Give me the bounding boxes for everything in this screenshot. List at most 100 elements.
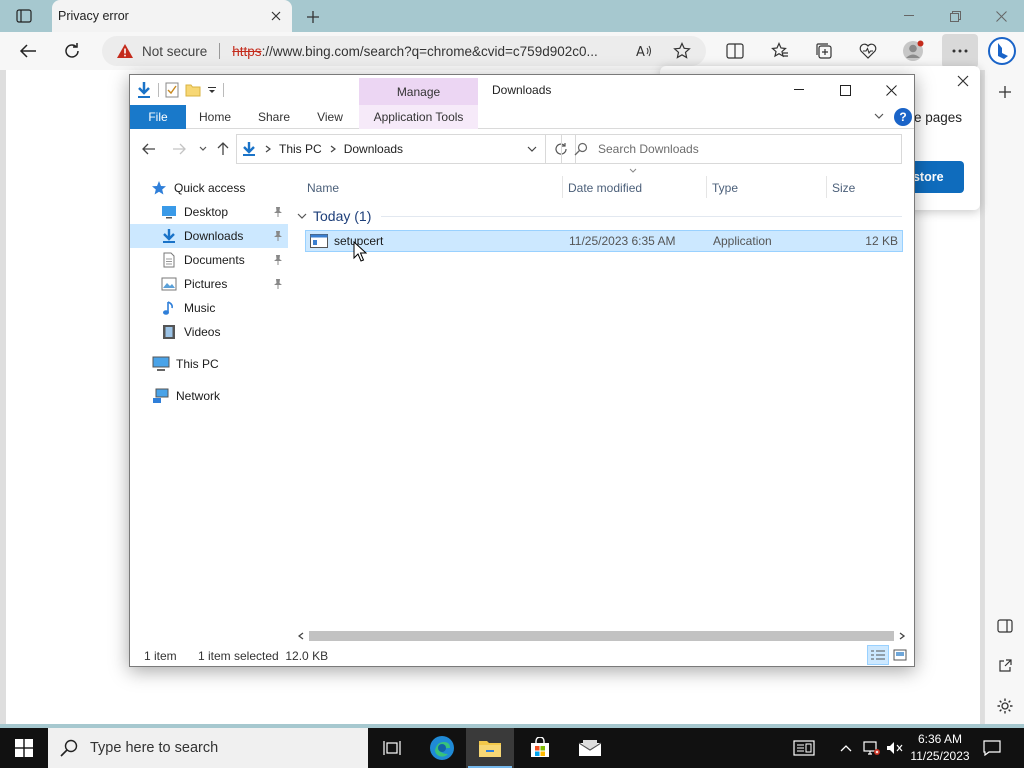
tab-close-icon[interactable] [266, 6, 286, 26]
details-view-icon[interactable] [867, 645, 889, 665]
expand-ribbon-icon[interactable] [872, 109, 886, 123]
desktop-icon [160, 203, 178, 221]
address-box[interactable]: This PC Downloads [236, 134, 546, 164]
explorer-titlebar: Manage Downloads [130, 75, 914, 106]
group-today[interactable]: Today (1) [295, 206, 914, 226]
search-input[interactable]: Search Downloads [561, 134, 902, 164]
refresh-icon[interactable] [58, 37, 86, 65]
nav-network[interactable]: Network [130, 384, 288, 408]
scroll-left-icon[interactable] [295, 630, 307, 642]
help-icon[interactable]: ? [894, 108, 912, 126]
not-secure-label[interactable]: Not secure [142, 44, 207, 59]
address-dropdown-icon[interactable] [519, 135, 545, 163]
close-icon[interactable] [868, 75, 914, 105]
nav-videos[interactable]: Videos [130, 320, 288, 344]
sidebar-panel-icon[interactable] [993, 614, 1017, 638]
tab-file[interactable]: File [130, 105, 186, 129]
tab-application-tools[interactable]: Application Tools [359, 105, 478, 129]
minimize-icon[interactable] [886, 0, 932, 32]
profile-avatar[interactable] [899, 37, 927, 65]
chevron-down-icon [297, 213, 307, 219]
task-view-icon[interactable] [368, 728, 416, 768]
column-divider[interactable] [562, 176, 563, 198]
scroll-right-icon[interactable] [896, 630, 908, 642]
column-divider[interactable] [826, 176, 827, 198]
breadcrumb-downloads[interactable]: Downloads [344, 142, 403, 156]
system-clock[interactable]: 6:36 AM 11/25/2023 [905, 731, 975, 765]
network-status-icon[interactable] [860, 728, 882, 768]
forward-arrow-icon[interactable] [170, 140, 188, 158]
news-widget-icon[interactable] [788, 728, 820, 768]
chevron-up-icon[interactable] [836, 728, 856, 768]
horizontal-scrollbar[interactable] [295, 628, 914, 644]
tab-view[interactable]: View [304, 105, 356, 129]
address-bar[interactable]: Not secure https ://www.bing.com/search?… [102, 36, 706, 66]
pin-icon[interactable] [272, 205, 284, 219]
taskbar-search-input[interactable]: Type here to search [48, 728, 368, 768]
search-icon [60, 739, 78, 757]
up-arrow-icon[interactable] [214, 140, 232, 158]
add-sidebar-icon[interactable] [993, 80, 1017, 104]
nav-quick-access[interactable]: Quick access [130, 176, 288, 200]
pin-icon[interactable] [272, 229, 284, 243]
maximize-icon[interactable] [822, 75, 868, 105]
favorites-icon[interactable] [766, 37, 794, 65]
gear-icon[interactable] [993, 694, 1017, 718]
popup-close-icon[interactable] [954, 72, 972, 90]
column-name[interactable]: Name [307, 178, 339, 198]
new-folder-icon[interactable] [185, 83, 201, 97]
breadcrumb-chevron-icon[interactable] [265, 145, 271, 153]
open-external-icon[interactable] [993, 654, 1017, 678]
nav-downloads[interactable]: Downloads [130, 224, 288, 248]
tab-home[interactable]: Home [186, 105, 244, 129]
column-divider[interactable] [706, 176, 707, 198]
nav-documents[interactable]: Documents [130, 248, 288, 272]
column-type[interactable]: Type [712, 178, 738, 198]
nav-desktop[interactable]: Desktop [130, 200, 288, 224]
settings-more-icon[interactable] [942, 34, 978, 68]
pin-icon[interactable] [272, 277, 284, 291]
new-tab-icon[interactable] [302, 6, 324, 28]
mail-icon[interactable] [566, 728, 614, 768]
favorite-star-icon[interactable] [668, 37, 696, 65]
microsoft-store-icon[interactable] [516, 728, 564, 768]
notifications-icon[interactable] [978, 728, 1006, 768]
quick-access-toolbar [136, 81, 224, 99]
mouse-cursor-icon [353, 241, 367, 262]
back-arrow-icon[interactable] [14, 37, 42, 65]
breadcrumb-this-pc[interactable]: This PC [279, 142, 322, 156]
tab-share[interactable]: Share [244, 105, 304, 129]
read-aloud-icon[interactable]: A [630, 37, 658, 65]
large-icons-view-icon[interactable] [889, 645, 911, 665]
volume-muted-icon[interactable] [884, 728, 906, 768]
edge-sidebar [984, 70, 1024, 724]
windows-start-icon[interactable] [0, 728, 48, 768]
breadcrumb-chevron-icon[interactable] [330, 145, 336, 153]
minimize-icon[interactable] [776, 75, 822, 105]
column-size[interactable]: Size [832, 178, 855, 198]
selection-info: 1 item selected 12.0 KB [198, 649, 329, 663]
qat-dropdown-icon[interactable] [207, 85, 217, 95]
scrollbar-thumb[interactable] [309, 631, 894, 641]
nav-pictures[interactable]: Pictures [130, 272, 288, 296]
tab-actions-icon[interactable] [10, 6, 38, 26]
close-icon[interactable] [978, 0, 1024, 32]
column-date-modified[interactable]: Date modified [568, 178, 642, 198]
recent-locations-icon[interactable] [194, 140, 212, 158]
table-row[interactable]: setupcert 11/25/2023 6:35 AM Application… [305, 230, 903, 252]
browser-tab[interactable]: Privacy error [52, 0, 292, 32]
videos-icon [160, 323, 178, 341]
browser-essentials-icon[interactable] [854, 37, 882, 65]
collections-icon[interactable] [810, 37, 838, 65]
nav-music[interactable]: Music [130, 296, 288, 320]
properties-icon[interactable] [165, 82, 179, 98]
manage-tab-header[interactable]: Manage [359, 78, 478, 106]
pin-icon[interactable] [272, 253, 284, 267]
split-screen-icon[interactable] [721, 37, 749, 65]
restore-icon[interactable] [932, 0, 978, 32]
nav-this-pc[interactable]: This PC [130, 352, 288, 376]
edge-browser-icon[interactable] [418, 728, 466, 768]
back-arrow-icon[interactable] [140, 140, 158, 158]
bing-copilot-icon[interactable] [986, 35, 1018, 67]
file-explorer-icon[interactable] [466, 728, 514, 768]
